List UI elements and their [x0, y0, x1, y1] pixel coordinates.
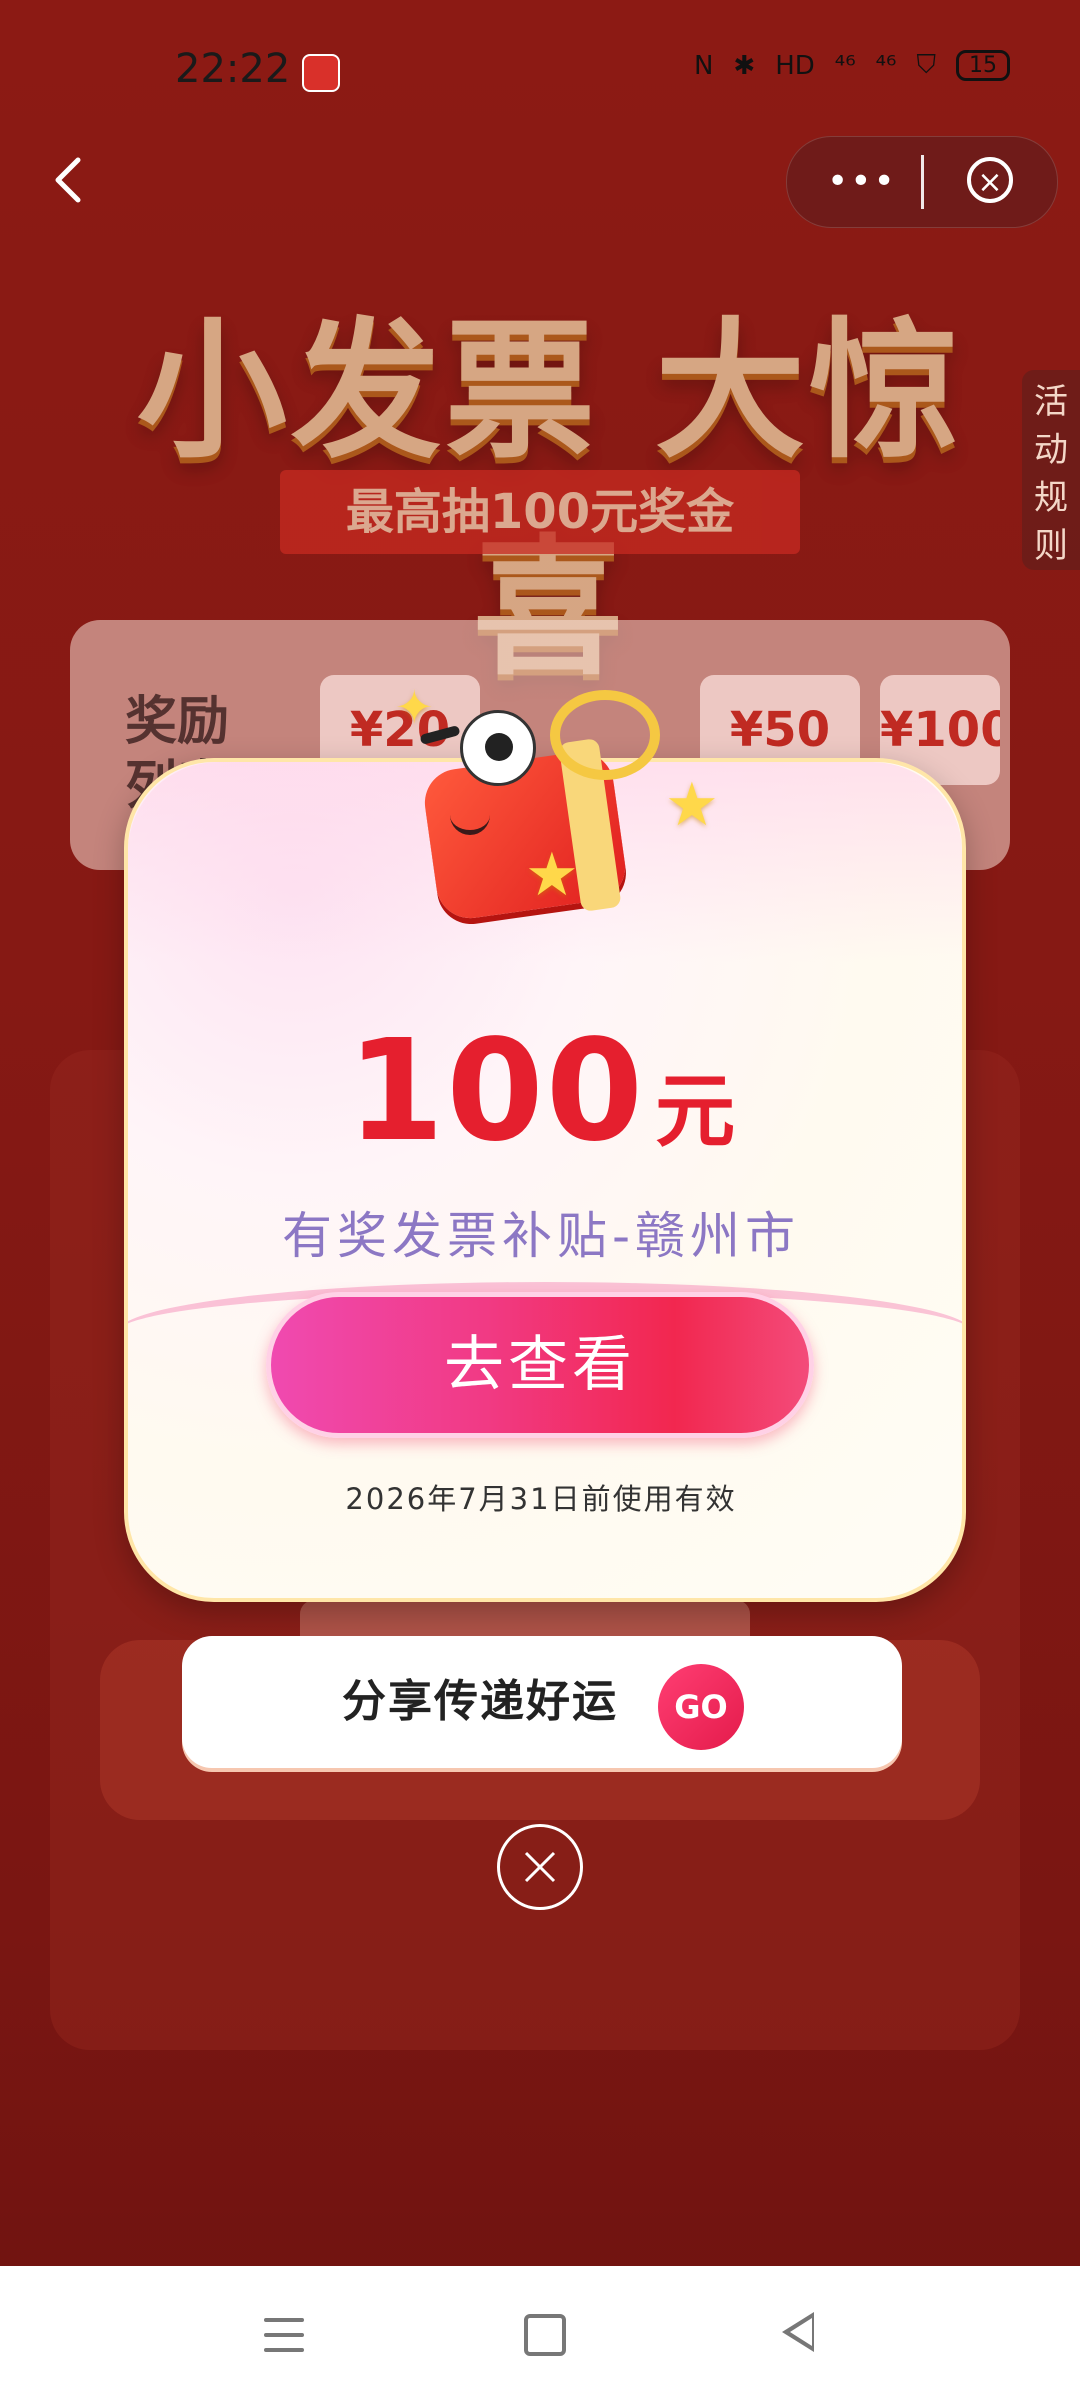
prize-description: 有奖发票补贴-赣州市	[281, 1207, 801, 1265]
star-icon: ✦	[395, 680, 434, 734]
prize-amount: 100 元	[124, 1010, 958, 1173]
signal-icon: ⁴⁶	[834, 50, 856, 81]
close-mini-program-button[interactable]: ×	[967, 157, 1013, 203]
close-modal-button[interactable]	[497, 1824, 583, 1910]
prize-amount-unit: 元	[655, 1065, 736, 1158]
status-bar: 22:22 N ✱ HD ⁴⁶ ⁴⁶ ⛉ 15	[0, 0, 1080, 140]
app-notification-icon	[302, 54, 340, 92]
chevron-left-icon	[55, 157, 81, 203]
prize-amount-value: 100	[346, 1010, 646, 1173]
bluetooth-icon: ✱	[733, 50, 756, 81]
shield-icon: ⛉	[916, 50, 936, 80]
back-button[interactable]	[40, 150, 100, 210]
status-time: 22:22	[175, 46, 291, 92]
expiry-text: 2026年7月31日前使用有效	[345, 1482, 737, 1516]
capsule-divider	[921, 155, 924, 209]
view-prize-button[interactable]: 去查看	[266, 1292, 814, 1438]
menu-icon[interactable]	[264, 2318, 304, 2354]
mini-program-capsule: ••• ×	[786, 136, 1058, 228]
back-triangle-icon[interactable]	[782, 2312, 814, 2352]
nfc-icon: N	[693, 50, 714, 81]
hd-icon: HD	[775, 50, 815, 81]
activity-rules-tab[interactable]: 活动规则	[1022, 370, 1080, 570]
star-icon: ★	[665, 770, 719, 840]
share-label: 分享传递好运	[342, 1676, 618, 1727]
system-navigation-bar	[0, 2266, 1080, 2400]
share-button[interactable]: 分享传递好运 GO	[182, 1636, 902, 1768]
signal-icon-2: ⁴⁶	[875, 50, 897, 81]
more-button[interactable]: •••	[827, 157, 895, 207]
go-button[interactable]: GO	[658, 1664, 744, 1750]
status-icons: N ✱ HD ⁴⁶ ⁴⁶ ⛉ 15	[694, 50, 1010, 81]
battery-icon: 15	[956, 50, 1010, 81]
star-icon: ★	[525, 840, 579, 910]
banner-subtitle: 最高抽100元奖金	[280, 470, 800, 554]
home-icon[interactable]	[524, 2314, 566, 2356]
close-icon	[524, 1851, 556, 1883]
